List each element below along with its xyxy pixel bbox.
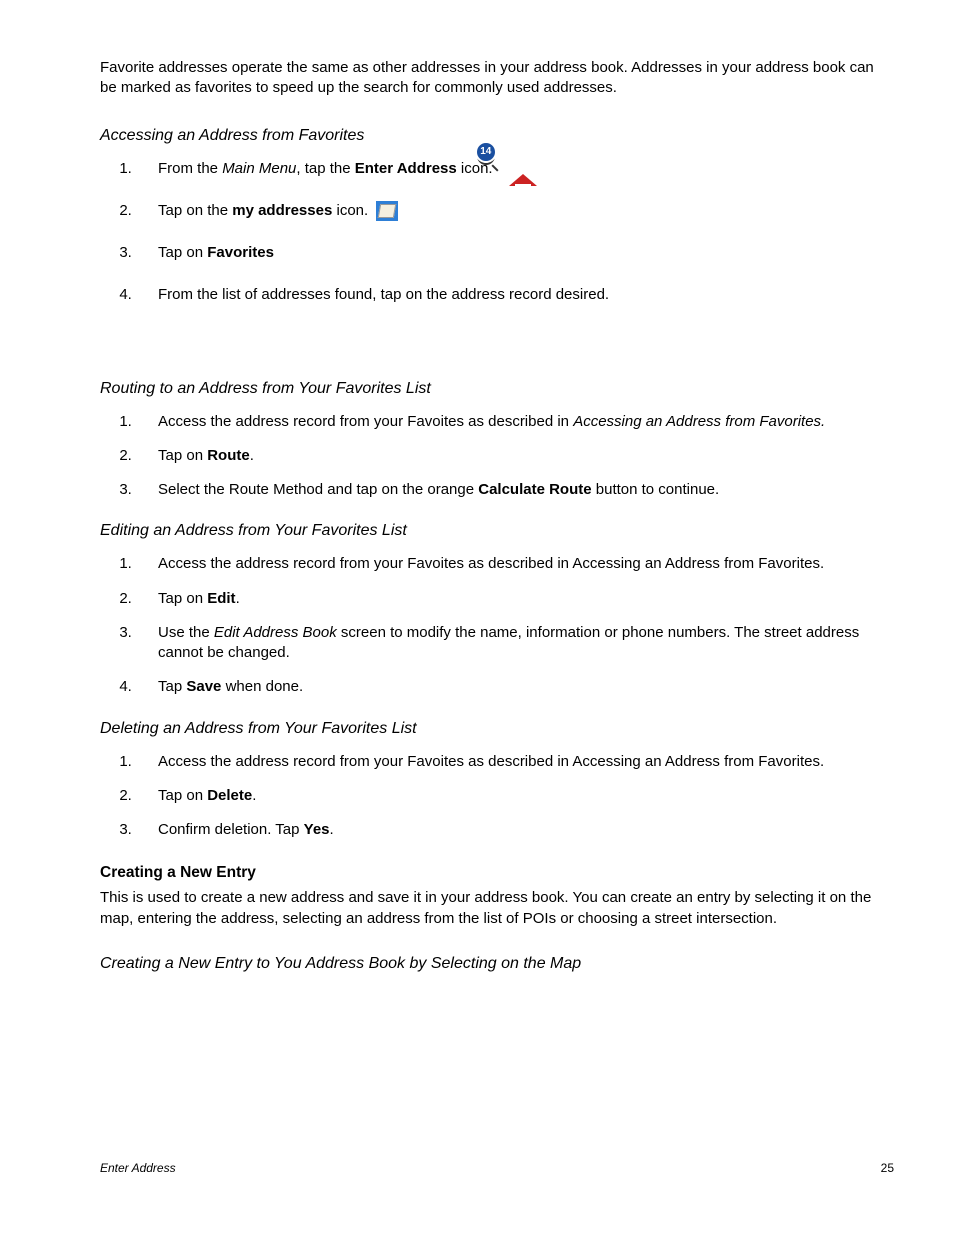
step-text: Tap on	[158, 447, 207, 464]
step: Access the address record from your Favo…	[136, 412, 894, 432]
intro-paragraph: Favorite addresses operate the same as o…	[100, 58, 894, 99]
bold: Edit	[207, 590, 235, 607]
step-text: Access the address record from your Favo…	[158, 413, 573, 430]
section-heading-creating: Creating a New Entry	[100, 864, 894, 882]
step: Access the address record from your Favo…	[136, 752, 894, 772]
steps-editing: Access the address record from your Favo…	[136, 554, 894, 697]
step: Access the address record from your Favo…	[136, 554, 894, 574]
footer-section-name: Enter Address	[100, 1161, 176, 1175]
step: Tap Save when done.	[136, 677, 894, 697]
step-text: , tap the	[296, 160, 354, 177]
step-text: From the	[158, 160, 222, 177]
step: Tap on Route.	[136, 446, 894, 466]
step-text: Tap on	[158, 787, 207, 804]
steps-deleting: Access the address record from your Favo…	[136, 752, 894, 841]
step-text: .	[236, 590, 240, 607]
step-text: .	[330, 821, 334, 838]
steps-accessing: From the Main Menu, tap the Enter Addres…	[136, 159, 894, 306]
step: Select the Route Method and tap on the o…	[136, 480, 894, 500]
page-footer: Enter Address 25	[100, 1161, 894, 1175]
step-text: button to continue.	[592, 481, 720, 498]
step-text: .	[250, 447, 254, 464]
step-text: Select the Route Method and tap on the o…	[158, 481, 478, 498]
step-text: Tap on	[158, 244, 207, 261]
step-text: .	[252, 787, 256, 804]
creating-paragraph: This is used to create a new address and…	[100, 888, 894, 929]
step-text: Tap on	[158, 590, 207, 607]
step: From the list of addresses found, tap on…	[136, 285, 894, 305]
bold: Enter Address	[355, 160, 457, 177]
step-text: Tap	[158, 678, 186, 695]
bold: Delete	[207, 787, 252, 804]
step: Use the Edit Address Book screen to modi…	[136, 623, 894, 664]
step: Tap on Delete.	[136, 786, 894, 806]
document-page: Favorite addresses operate the same as o…	[0, 0, 954, 1235]
section-heading-deleting: Deleting an Address from Your Favorites …	[100, 720, 894, 738]
steps-routing: Access the address record from your Favo…	[136, 412, 894, 501]
bold: Calculate Route	[478, 481, 591, 498]
step-text: Confirm deletion. Tap	[158, 821, 304, 838]
step-text: Tap on the	[158, 202, 232, 219]
step: Confirm deletion. Tap Yes.	[136, 820, 894, 840]
step: From the Main Menu, tap the Enter Addres…	[136, 159, 894, 179]
section-heading-accessing: Accessing an Address from Favorites	[100, 127, 894, 145]
bold: Yes	[304, 821, 330, 838]
step: Tap on Edit.	[136, 589, 894, 609]
bold: Save	[186, 678, 221, 695]
emphasis: Edit Address Book	[214, 624, 337, 641]
footer-page-number: 25	[881, 1161, 894, 1175]
section-heading-routing: Routing to an Address from Your Favorite…	[100, 380, 894, 398]
section-heading-creating-map: Creating a New Entry to You Address Book…	[100, 955, 894, 973]
step-text: icon.	[332, 202, 368, 219]
emphasis: Accessing an Address from Favorites.	[573, 413, 825, 430]
bold: Favorites	[207, 244, 274, 261]
step-text: when done.	[221, 678, 303, 695]
my-addresses-icon	[376, 201, 398, 221]
bold: Route	[207, 447, 250, 464]
step: Tap on Favorites	[136, 243, 894, 263]
step: Tap on the my addresses icon.	[136, 201, 894, 221]
section-heading-editing: Editing an Address from Your Favorites L…	[100, 522, 894, 540]
step-text: Use the	[158, 624, 214, 641]
bold: my addresses	[232, 202, 332, 219]
emphasis: Main Menu	[222, 160, 296, 177]
